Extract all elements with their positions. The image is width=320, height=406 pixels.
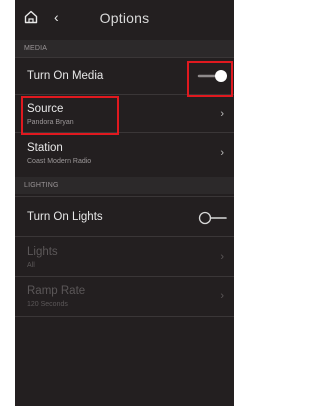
station-value: Coast Modern Radio	[27, 158, 92, 165]
screen: ‹ Options MEDIA Turn On Media Source Pan…	[0, 0, 242, 406]
section-header-media: MEDIA	[15, 40, 234, 57]
ramp-rate-label: Ramp Rate	[27, 285, 86, 297]
highlight-box-media-toggle	[187, 61, 233, 97]
turn-on-lights-label: Turn On Lights	[27, 211, 103, 223]
lights-label: Lights	[27, 246, 58, 258]
ramp-rate-value: 120 Seconds	[27, 301, 68, 308]
top-bar: ‹ Options	[15, 0, 234, 36]
chevron-right-icon: ›	[220, 251, 224, 263]
station-label: Station	[27, 142, 63, 154]
turn-on-lights-row[interactable]: Turn On Lights	[15, 196, 234, 236]
chevron-right-icon: ›	[220, 108, 224, 120]
chevron-right-icon: ›	[220, 147, 224, 159]
lights-row: Lights All ›	[15, 236, 234, 276]
highlight-box-source	[21, 96, 119, 135]
section-header-lighting: LIGHTING	[15, 177, 234, 194]
page-title: Options	[99, 10, 150, 26]
chevron-right-icon: ›	[220, 290, 224, 302]
lights-toggle[interactable]	[198, 211, 228, 225]
station-row[interactable]: Station Coast Modern Radio ›	[15, 132, 234, 172]
lights-value: All	[27, 262, 35, 269]
empty-area	[15, 316, 234, 406]
turn-on-media-label: Turn On Media	[27, 70, 104, 82]
ramp-rate-row: Ramp Rate 120 Seconds ›	[15, 276, 234, 316]
